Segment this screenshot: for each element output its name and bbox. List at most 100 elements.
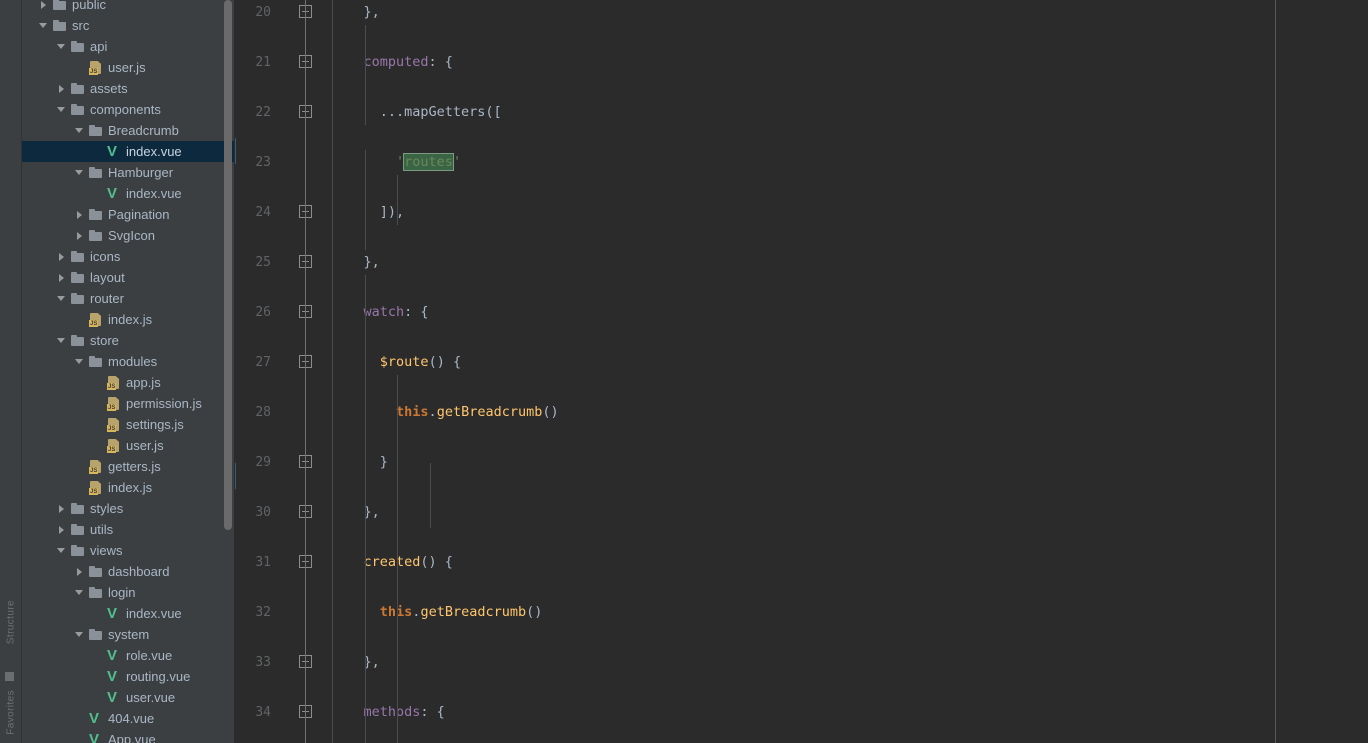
tree-item[interactable]: layout: [22, 267, 235, 288]
tree-item[interactable]: modules: [22, 351, 235, 372]
code-line[interactable]: 20 },: [235, 0, 1368, 25]
chevron-right-icon[interactable]: [74, 209, 85, 220]
fold-marker[interactable]: [299, 55, 313, 69]
tree-item[interactable]: components: [22, 99, 235, 120]
code-line[interactable]: 21 computed: {: [235, 50, 1368, 75]
chevron-right-icon[interactable]: [56, 83, 67, 94]
tree-item[interactable]: routing.vue: [22, 666, 235, 687]
chevron-down-icon[interactable]: [74, 356, 85, 367]
fold-marker[interactable]: [299, 105, 313, 119]
tree-item[interactable]: src: [22, 15, 235, 36]
tree-item[interactable]: store: [22, 330, 235, 351]
tree-item[interactable]: App.vue: [22, 729, 235, 743]
chevron-down-icon[interactable]: [74, 629, 85, 640]
tree-item[interactable]: views: [22, 540, 235, 561]
tool-button-structure[interactable]: Structure: [5, 600, 16, 644]
code-line-text: this.getBreadcrumb(): [331, 600, 543, 625]
chevron-down-icon[interactable]: [56, 335, 67, 346]
code-line[interactable]: 34 methods: {: [235, 700, 1368, 725]
tree-item[interactable]: public: [22, 0, 235, 15]
tree-item[interactable]: app.js: [22, 372, 235, 393]
chevron-down-icon[interactable]: [74, 125, 85, 136]
tree-item[interactable]: SvgIcon: [22, 225, 235, 246]
code-line[interactable]: 23 'routes': [235, 150, 1368, 175]
code-editor[interactable]: 20 }, 21 computed: { 22 ...mapGetters([ 23 …: [235, 0, 1368, 743]
vcs-change-marker[interactable]: [235, 138, 236, 164]
fold-marker[interactable]: [299, 355, 313, 369]
tree-item[interactable]: assets: [22, 78, 235, 99]
fold-marker[interactable]: [299, 455, 313, 469]
tree-item[interactable]: dashboard: [22, 561, 235, 582]
code-line[interactable]: 30 },: [235, 500, 1368, 525]
code-line[interactable]: 26 watch: {: [235, 300, 1368, 325]
code-line[interactable]: 28 this.getBreadcrumb(): [235, 400, 1368, 425]
fold-marker[interactable]: [299, 555, 313, 569]
tree-item[interactable]: user.js: [22, 435, 235, 456]
chevron-right-icon[interactable]: [74, 566, 85, 577]
chevron-down-icon[interactable]: [74, 167, 85, 178]
chevron-down-icon[interactable]: [38, 20, 49, 31]
project-tree-list[interactable]: publicsrcapiuser.jsassetscomponentsBread…: [22, 0, 235, 743]
vcs-change-marker[interactable]: [235, 463, 236, 489]
line-number: 24: [255, 205, 271, 220]
tree-item[interactable]: index.js: [22, 477, 235, 498]
tree-item[interactable]: styles: [22, 498, 235, 519]
fold-marker[interactable]: [299, 505, 313, 519]
tree-item[interactable]: Hamburger: [22, 162, 235, 183]
tree-item[interactable]: Pagination: [22, 204, 235, 225]
tree-item[interactable]: system: [22, 624, 235, 645]
tree-item[interactable]: Breadcrumb: [22, 120, 235, 141]
chevron-right-icon[interactable]: [38, 0, 49, 10]
code-token: .: [428, 404, 437, 420]
tree-item[interactable]: api: [22, 36, 235, 57]
code-line[interactable]: 33 },: [235, 650, 1368, 675]
tree-item[interactable]: user.vue: [22, 687, 235, 708]
fold-marker[interactable]: [299, 255, 313, 269]
line-number: 28: [255, 405, 271, 420]
tree-item[interactable]: role.vue: [22, 645, 235, 666]
tree-item[interactable]: router: [22, 288, 235, 309]
code-line[interactable]: 31 created() {: [235, 550, 1368, 575]
chevron-down-icon[interactable]: [56, 104, 67, 115]
chevron-right-icon[interactable]: [56, 251, 67, 262]
fold-marker[interactable]: [299, 305, 313, 319]
chevron-down-icon[interactable]: [56, 293, 67, 304]
fold-marker[interactable]: [299, 5, 313, 19]
fold-connector: [305, 0, 306, 743]
tree-item[interactable]: getters.js: [22, 456, 235, 477]
chevron-right-icon[interactable]: [56, 524, 67, 535]
code-line[interactable]: 22 ...mapGetters([: [235, 100, 1368, 125]
tree-item[interactable]: 404.vue: [22, 708, 235, 729]
tree-item[interactable]: permission.js: [22, 393, 235, 414]
tree-item[interactable]: index.vue: [22, 603, 235, 624]
fold-marker[interactable]: [299, 205, 313, 219]
code-line[interactable]: 29 }: [235, 450, 1368, 475]
tree-item[interactable]: index.js: [22, 309, 235, 330]
tree-item[interactable]: settings.js: [22, 414, 235, 435]
tree-item[interactable]: utils: [22, 519, 235, 540]
tree-item[interactable]: login: [22, 582, 235, 603]
project-tree-panel[interactable]: publicsrcapiuser.jsassetscomponentsBread…: [22, 0, 235, 743]
chevron-down-icon[interactable]: [74, 587, 85, 598]
fold-marker[interactable]: [299, 705, 313, 719]
code-line[interactable]: 24 ]),: [235, 200, 1368, 225]
chevron-right-icon[interactable]: [56, 503, 67, 514]
tool-button-favorites[interactable]: Favorites: [5, 690, 16, 735]
project-tree-scrollbar[interactable]: [224, 0, 232, 530]
code-lines[interactable]: 20 }, 21 computed: { 22 ...mapGetters([ 23 …: [235, 0, 1368, 743]
chevron-right-icon[interactable]: [74, 230, 85, 241]
code-line[interactable]: 27 $route() {: [235, 350, 1368, 375]
fold-marker[interactable]: [299, 655, 313, 669]
folder-icon: [88, 585, 103, 600]
tree-item[interactable]: icons: [22, 246, 235, 267]
chevron-down-icon[interactable]: [56, 41, 67, 52]
tree-item[interactable]: user.js: [22, 57, 235, 78]
code-line[interactable]: 25 },: [235, 250, 1368, 275]
code-line[interactable]: 32 this.getBreadcrumb(): [235, 600, 1368, 625]
chevron-down-icon[interactable]: [56, 545, 67, 556]
chevron-right-icon[interactable]: [56, 272, 67, 283]
tree-item-selected[interactable]: index.vue: [22, 141, 235, 162]
code-line-text: },: [331, 250, 380, 275]
tree-item[interactable]: index.vue: [22, 183, 235, 204]
